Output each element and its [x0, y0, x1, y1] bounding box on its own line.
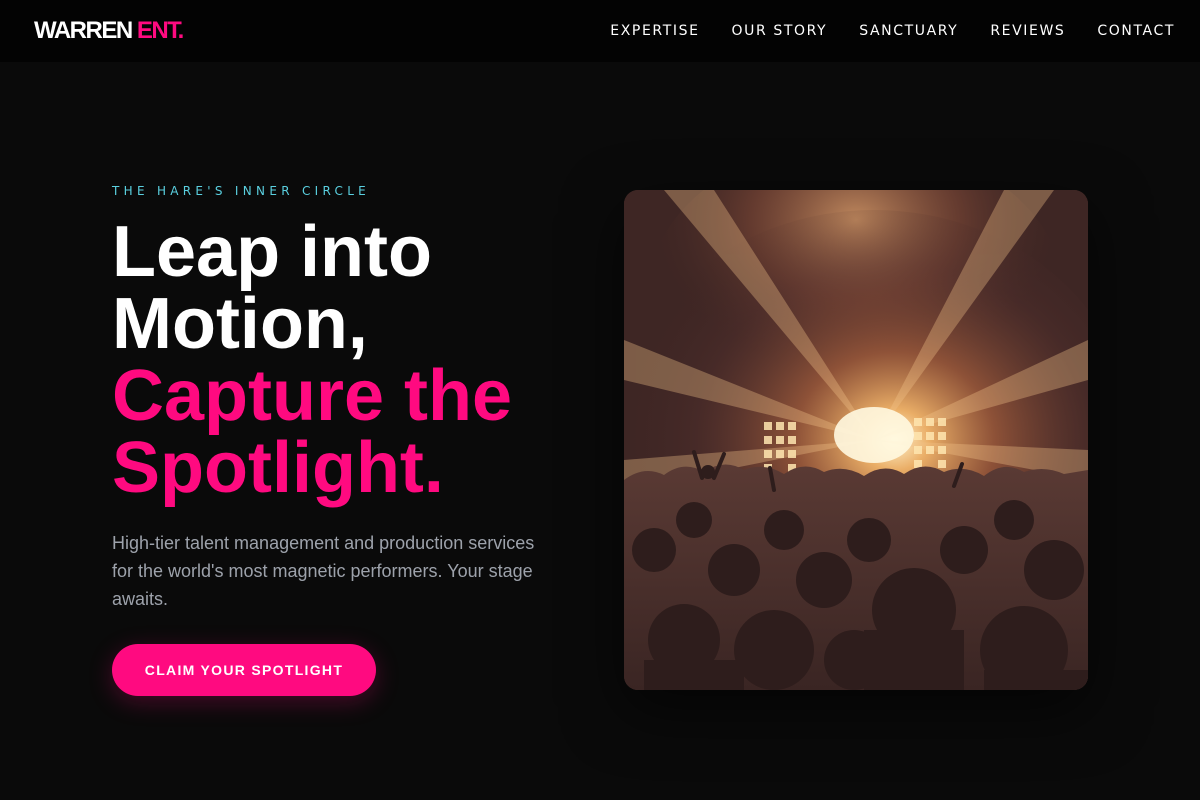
hero-eyebrow: THE HARE'S INNER CIRCLE	[112, 184, 371, 198]
concert-crowd-image	[624, 190, 1088, 690]
headline-line-4: Spotlight.	[112, 428, 444, 508]
nav-link-sanctuary[interactable]: SANCTUARY	[859, 23, 958, 39]
hero-headline: Leap into Motion, Capture the Spotlight.	[112, 216, 592, 504]
site-header: WARREN ENT. EXPERTISE OUR STORY SANCTUAR…	[0, 0, 1200, 62]
headline-line-2: Motion,	[112, 284, 368, 364]
nav-link-expertise[interactable]: EXPERTISE	[610, 23, 699, 39]
main-nav: EXPERTISE OUR STORY SANCTUARY REVIEWS CO…	[610, 23, 1175, 39]
nav-link-contact[interactable]: CONTACT	[1097, 23, 1175, 39]
headline-line-1: Leap into	[112, 212, 432, 292]
hero-subtext: High-tier talent management and producti…	[112, 533, 535, 609]
headline-line-3: Capture the	[112, 356, 513, 436]
logo-accent-text: ENT.	[136, 17, 185, 44]
nav-link-reviews[interactable]: REVIEWS	[990, 23, 1065, 39]
claim-spotlight-button[interactable]: CLAIM YOUR SPOTLIGHT	[112, 644, 376, 696]
logo-main-text: WARREN	[34, 17, 133, 44]
brand-logo[interactable]: WARREN ENT.	[34, 17, 185, 45]
nav-link-our-story[interactable]: OUR STORY	[732, 23, 828, 39]
